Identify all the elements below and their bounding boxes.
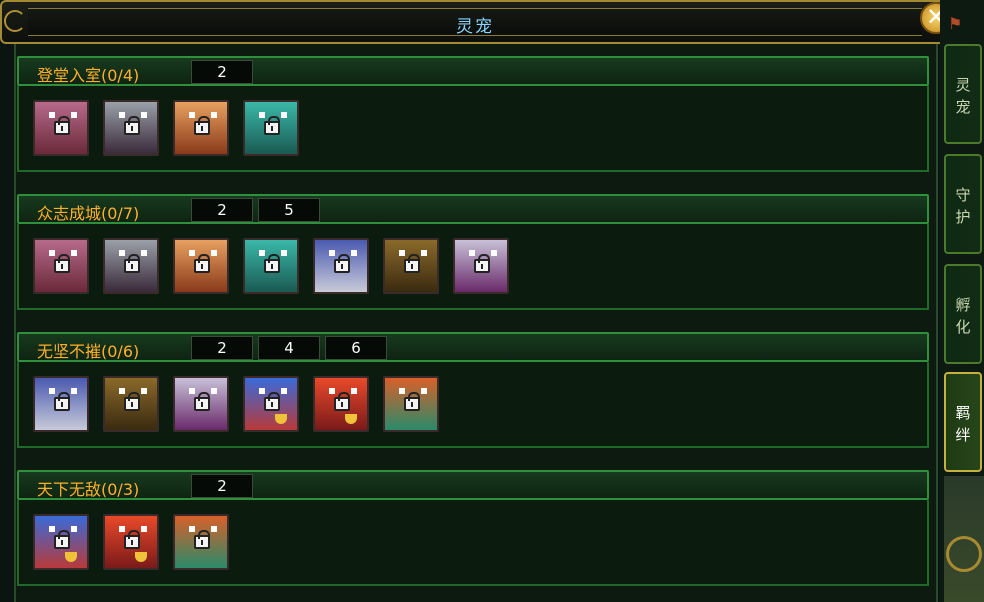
lock-icon <box>194 530 210 549</box>
lock-icon <box>334 254 350 273</box>
pet-slot-blue-wolf[interactable] <box>33 376 89 432</box>
game-scene-edge <box>944 476 984 602</box>
group-pet-list <box>17 362 929 448</box>
pet-slot-green-dragon[interactable] <box>173 514 229 570</box>
tab-pet[interactable]: 灵 宠 <box>944 44 982 144</box>
lock-icon <box>194 392 210 411</box>
lock-icon <box>124 392 140 411</box>
window-title: 灵宠 <box>456 17 494 37</box>
pet-slot-cyan-cat[interactable] <box>243 100 299 156</box>
pet-slot-red-phoenix[interactable] <box>313 376 369 432</box>
group-pet-list <box>17 500 929 586</box>
pet-slot-orange-fox[interactable] <box>173 238 229 294</box>
pet-slot-green-dragon[interactable] <box>383 376 439 432</box>
pet-slot-white-fox[interactable] <box>103 238 159 294</box>
bonus-tag[interactable]: 2 <box>191 474 253 498</box>
pet-slot-blue-wolf[interactable] <box>313 238 369 294</box>
tab-guard[interactable]: 守 护 <box>944 154 982 254</box>
group-header: 无坚不摧(0/6) 2 4 6 <box>17 332 929 362</box>
pet-slot-red-phoenix[interactable] <box>103 514 159 570</box>
lock-icon <box>54 530 70 549</box>
lock-icon <box>404 392 420 411</box>
group-pet-list <box>17 224 929 310</box>
pet-slot-blue-phoenix[interactable] <box>33 514 89 570</box>
group-header: 众志成城(0/7) 2 5 <box>17 194 929 224</box>
group-name: 众志成城(0/7) <box>37 204 140 223</box>
lock-icon <box>124 530 140 549</box>
pet-slot-gold-bear[interactable] <box>383 238 439 294</box>
pet-slot-cyan-cat[interactable] <box>243 238 299 294</box>
flag-icon: ⚑ <box>948 14 963 33</box>
pet-slot-gold-bear[interactable] <box>103 376 159 432</box>
lock-icon <box>474 254 490 273</box>
lock-icon <box>264 392 280 411</box>
group-name: 天下无敌(0/3) <box>37 480 140 499</box>
lock-icon <box>124 116 140 135</box>
bonus-tag[interactable]: 2 <box>191 198 253 222</box>
group-header: 登堂入室(0/4) 2 <box>17 56 929 86</box>
lock-icon <box>264 116 280 135</box>
lock-icon <box>264 254 280 273</box>
lock-icon <box>194 254 210 273</box>
bonus-tag[interactable]: 5 <box>258 198 320 222</box>
lock-icon <box>124 254 140 273</box>
pet-slot-feathered-mage[interactable] <box>453 238 509 294</box>
group-name: 登堂入室(0/4) <box>37 66 140 85</box>
lock-icon <box>194 116 210 135</box>
bonus-tag[interactable]: 2 <box>191 60 253 84</box>
pet-slot-pink-pig[interactable] <box>33 100 89 156</box>
pet-slot-feathered-mage[interactable] <box>173 376 229 432</box>
lock-icon <box>334 392 350 411</box>
pet-slot-pink-pig[interactable] <box>33 238 89 294</box>
lock-icon <box>54 116 70 135</box>
group-pet-list <box>17 86 929 172</box>
pet-slot-orange-fox[interactable] <box>173 100 229 156</box>
ring-icon <box>946 536 982 572</box>
bonus-tag[interactable]: 4 <box>258 336 320 360</box>
tab-bond[interactable]: 羁 绊 <box>944 372 982 472</box>
lock-icon <box>54 254 70 273</box>
bonus-tag[interactable]: 6 <box>325 336 387 360</box>
bonus-tag[interactable]: 2 <box>191 336 253 360</box>
title-bar: 灵宠 <box>0 0 950 44</box>
pet-slot-white-fox[interactable] <box>103 100 159 156</box>
tab-hatch[interactable]: 孵 化 <box>944 264 982 364</box>
lock-icon <box>404 254 420 273</box>
pet-slot-blue-phoenix[interactable] <box>243 376 299 432</box>
lock-icon <box>54 392 70 411</box>
group-name: 无坚不摧(0/6) <box>37 342 140 361</box>
group-header: 天下无敌(0/3) 2 <box>17 470 929 500</box>
